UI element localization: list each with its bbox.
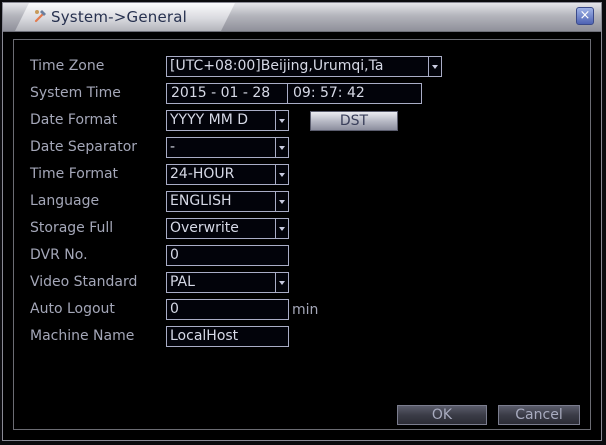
auto-logout-unit: min (292, 302, 319, 318)
date-separator-select[interactable]: - (166, 137, 289, 158)
close-button[interactable]: × (576, 7, 594, 25)
close-icon: × (579, 8, 591, 23)
date-format-value: YYYY MM D (170, 112, 249, 128)
chevron-down-icon (275, 165, 288, 184)
time-format-label: Time Format (30, 166, 119, 182)
machine-name-value: LocalHost (170, 328, 239, 344)
dvr-no-label: DVR No. (30, 247, 88, 263)
language-label: Language (30, 193, 100, 209)
video-standard-select[interactable]: PAL (166, 272, 289, 293)
system-clock-value[interactable]: 09: 57: 42 (293, 84, 365, 103)
storage-full-value: Overwrite (170, 220, 239, 236)
date-format-label: Date Format (30, 112, 118, 128)
window-title: System->General (51, 8, 188, 26)
ok-button[interactable]: OK (397, 405, 487, 425)
chevron-down-icon (275, 192, 288, 211)
settings-panel: Time Zone [UTC+08:00]Beijing,Urumqi,Ta S… (13, 39, 591, 430)
general-settings-window: System->General × Time Zone [UTC+08:00]B… (2, 2, 602, 441)
system-time-field[interactable]: 2015 - 01 - 28 09: 57: 42 (166, 83, 422, 104)
time-divider (287, 84, 288, 103)
time-format-value: 24-HOUR (170, 166, 235, 182)
chevron-down-icon (275, 219, 288, 238)
storage-full-select[interactable]: Overwrite (166, 218, 289, 239)
time-zone-value: [UTC+08:00]Beijing,Urumqi,Ta (170, 58, 384, 74)
auto-logout-value: 0 (170, 301, 179, 317)
auto-logout-label: Auto Logout (30, 301, 115, 317)
chevron-down-icon (275, 138, 288, 157)
settings-icon (34, 10, 46, 23)
video-standard-value: PAL (170, 274, 195, 290)
date-separator-value: - (170, 139, 176, 155)
time-zone-label: Time Zone (30, 58, 105, 74)
dvr-no-value: 0 (170, 247, 179, 263)
title-bar: System->General × (3, 3, 601, 32)
date-separator-label: Date Separator (30, 139, 138, 155)
time-format-select[interactable]: 24-HOUR (166, 164, 289, 185)
auto-logout-input[interactable]: 0 (166, 299, 289, 320)
language-value: ENGLISH (170, 193, 232, 209)
video-standard-label: Video Standard (30, 274, 138, 290)
chevron-down-icon (428, 57, 441, 76)
storage-full-label: Storage Full (30, 220, 114, 236)
cancel-button[interactable]: Cancel (498, 405, 580, 425)
machine-name-label: Machine Name (30, 328, 135, 344)
dvr-no-input[interactable]: 0 (166, 245, 289, 266)
chevron-down-icon (275, 111, 288, 130)
time-zone-select[interactable]: [UTC+08:00]Beijing,Urumqi,Ta (166, 56, 442, 77)
machine-name-input[interactable]: LocalHost (166, 326, 289, 347)
language-select[interactable]: ENGLISH (166, 191, 289, 212)
system-date-value[interactable]: 2015 - 01 - 28 (171, 84, 270, 103)
date-format-select[interactable]: YYYY MM D (166, 110, 289, 131)
dst-button[interactable]: DST (310, 111, 398, 131)
chevron-down-icon (275, 273, 288, 292)
system-time-label: System Time (30, 85, 121, 101)
